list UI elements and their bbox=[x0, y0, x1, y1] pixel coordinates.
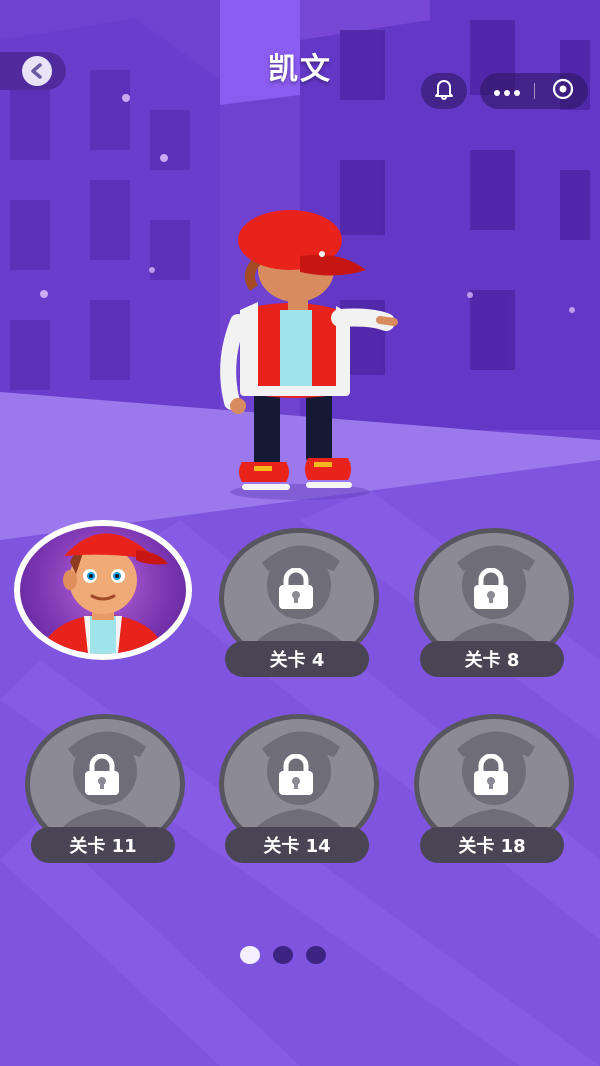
character-model bbox=[220, 210, 398, 500]
lock-icon bbox=[276, 753, 316, 800]
level-requirement-label: 关卡 8 bbox=[420, 641, 564, 677]
more-button[interactable] bbox=[480, 73, 534, 109]
lock-icon bbox=[82, 753, 122, 800]
character-slot-locked[interactable]: 关卡 11 bbox=[25, 714, 185, 874]
lock-icon bbox=[471, 567, 511, 614]
eye-icon bbox=[551, 78, 575, 104]
character-slot-locked[interactable]: 关卡 8 bbox=[414, 528, 574, 688]
page-dot[interactable] bbox=[273, 946, 293, 964]
level-requirement-label: 关卡 11 bbox=[31, 827, 175, 863]
character-avatar bbox=[20, 526, 186, 654]
bell-icon bbox=[434, 78, 454, 104]
mini-program-capsule bbox=[480, 73, 588, 109]
character-slot-locked[interactable]: 关卡 18 bbox=[414, 714, 574, 874]
close-button[interactable] bbox=[538, 73, 588, 109]
capsule-divider bbox=[534, 83, 535, 99]
character-slot-locked[interactable]: 关卡 14 bbox=[219, 714, 379, 874]
lock-icon bbox=[276, 567, 316, 614]
page-dot[interactable] bbox=[306, 946, 326, 964]
level-requirement-label: 关卡 18 bbox=[420, 827, 564, 863]
page-indicator bbox=[240, 946, 330, 966]
character-slot-locked[interactable]: 关卡 4 bbox=[219, 528, 379, 688]
notification-button[interactable] bbox=[421, 73, 467, 109]
more-dots-icon bbox=[493, 82, 521, 101]
character-slot-unlocked[interactable] bbox=[14, 520, 192, 660]
level-requirement-label: 关卡 14 bbox=[225, 827, 369, 863]
page-dot-active[interactable] bbox=[240, 946, 260, 964]
level-requirement-label: 关卡 4 bbox=[225, 641, 369, 677]
lock-icon bbox=[471, 753, 511, 800]
